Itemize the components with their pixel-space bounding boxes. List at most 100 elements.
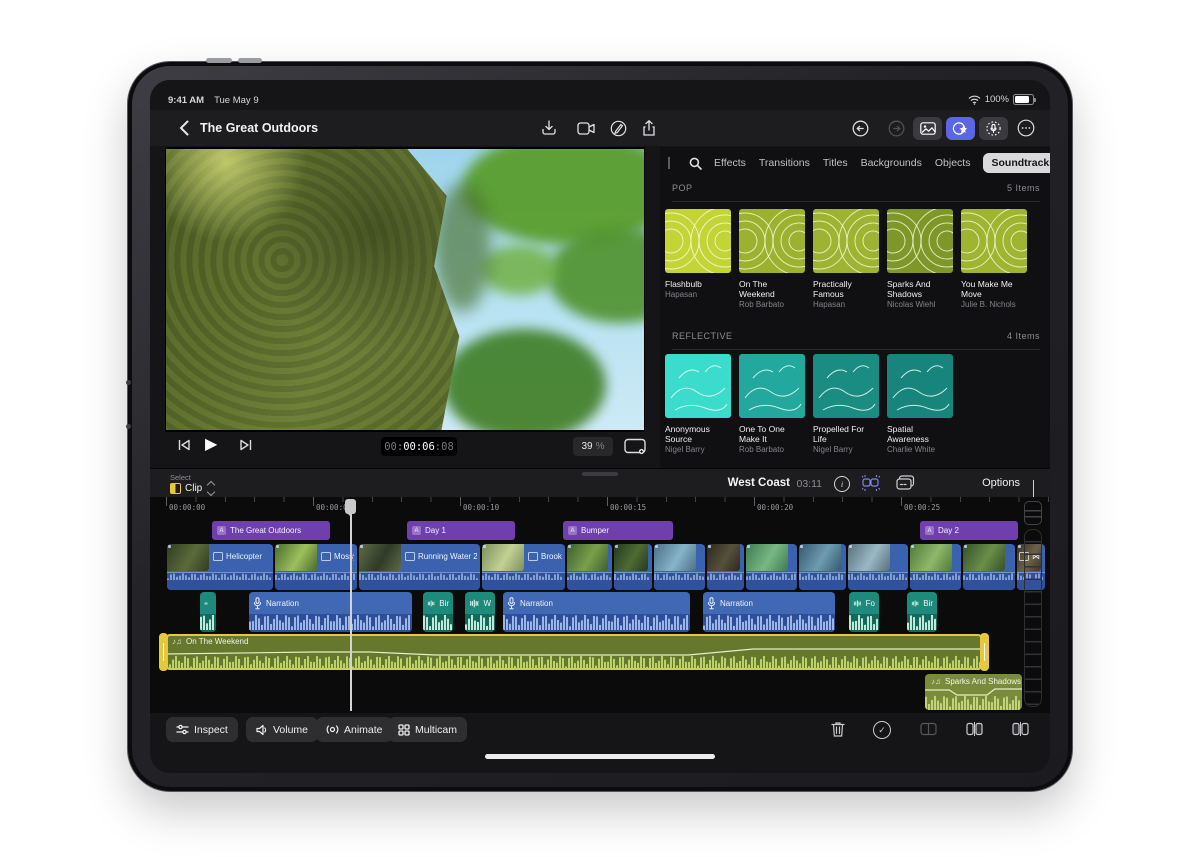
foliage [481, 245, 557, 296]
undo-icon[interactable] [850, 119, 870, 137]
volume-up-button[interactable] [206, 58, 232, 63]
video-clip[interactable] [848, 544, 908, 590]
music-clip[interactable]: ♪♫Sparks And Shadows [925, 674, 1022, 710]
waveform [614, 573, 652, 580]
inspect-button[interactable]: Inspect [166, 717, 238, 742]
soundtrack-card[interactable]: Propelled For LifeNigel Barry [813, 354, 879, 474]
ambience-clip[interactable]: Fo [849, 592, 879, 632]
trim-start-icon[interactable] [965, 720, 983, 738]
soundtrack-card[interactable]: Spatial AwarenessCharlie White [887, 354, 953, 474]
options-button[interactable]: Options [982, 477, 1020, 489]
wave-pattern [813, 354, 879, 418]
skip-to-start-icon[interactable] [177, 438, 191, 452]
volume-down-button[interactable] [238, 58, 262, 63]
video-clip[interactable] [707, 544, 744, 590]
viewer-zoom-button[interactable]: 39% [573, 437, 613, 456]
section-header-pop: POP5 Items [672, 183, 1040, 202]
soundtrack-artist: Nigel Barry [813, 445, 879, 455]
soundtrack-thumbnail[interactable] [813, 354, 879, 418]
import-media-icon[interactable] [539, 119, 559, 137]
title-clip[interactable]: ADay 1 [407, 521, 515, 540]
camera-icon[interactable] [576, 119, 596, 137]
narration-clip[interactable]: Narration [703, 592, 835, 632]
tab-effects[interactable]: Effects [714, 157, 746, 169]
title-clip[interactable]: ABumper [563, 521, 673, 540]
trim-handle-right[interactable] [980, 633, 989, 671]
scene-enhance-icon[interactable] [862, 475, 880, 491]
soundtracks-browser-button[interactable] [946, 117, 975, 140]
play-button[interactable]: ▶ [205, 434, 217, 454]
playhead-handle[interactable] [345, 499, 356, 514]
soundtrack-card[interactable]: You Make Me MoveJulie B. Nichols [961, 209, 1027, 329]
video-clip[interactable] [963, 544, 1015, 590]
video-clip[interactable]: Running Water 2 [359, 544, 480, 590]
video-clip[interactable] [614, 544, 652, 590]
soundtrack-card[interactable]: Practically FamousHapasan [813, 209, 879, 329]
media-browser-button[interactable] [913, 117, 942, 140]
video-clip[interactable] [799, 544, 846, 590]
video-clip[interactable]: Helicopter [167, 544, 273, 590]
ambience-clip[interactable]: Bir [907, 592, 937, 632]
tab-titles[interactable]: Titles [823, 157, 848, 169]
approve-icon[interactable]: ✓ [873, 721, 891, 739]
soundtrack-thumbnail[interactable] [665, 354, 731, 418]
video-clip[interactable]: Mossy [275, 544, 357, 590]
narration-clip[interactable]: Narration [503, 592, 690, 632]
share-icon[interactable] [639, 119, 659, 137]
soundtrack-card[interactable]: Anonymous SourceNigel Barry [665, 354, 731, 474]
panel-drag-handle[interactable] [668, 157, 670, 169]
back-button[interactable] [174, 119, 194, 137]
video-clip[interactable] [746, 544, 797, 590]
fullscreen-display-icon[interactable] [623, 437, 649, 456]
video-clip[interactable] [654, 544, 705, 590]
timecode-display[interactable]: 00:00:06:08 [381, 437, 457, 456]
home-indicator[interactable] [485, 754, 715, 759]
ambience-clip[interactable]: Bir [423, 592, 453, 632]
skip-to-end-icon[interactable] [239, 438, 253, 452]
tab-backgrounds[interactable]: Backgrounds [861, 157, 922, 169]
playhead[interactable] [350, 499, 352, 711]
soundtrack-thumbnail[interactable] [739, 354, 805, 418]
soundtrack-card[interactable]: On The WeekendRob Barbato [739, 209, 805, 329]
timeline-ruler[interactable]: 00:00:0000:00:0500:00:1000:00:1500:00:20… [150, 497, 1050, 519]
soundtrack-thumbnail[interactable] [887, 209, 953, 273]
ambience-clip[interactable] [200, 592, 216, 632]
slider-track [1024, 529, 1042, 707]
voiceover-button[interactable] [979, 117, 1008, 140]
video-viewer[interactable] [165, 147, 645, 432]
video-clip[interactable] [567, 544, 612, 590]
video-clip[interactable]: Brook [482, 544, 565, 590]
soundtrack-card[interactable]: Sparks And ShadowsNicolas Wiehl [887, 209, 953, 329]
volume-button[interactable]: Volume [246, 717, 318, 742]
project-title: The Great Outdoors [200, 121, 318, 135]
tab-soundtracks[interactable]: Soundtracks [983, 153, 1050, 173]
animate-button[interactable]: Animate [316, 717, 393, 742]
soundtrack-thumbnail[interactable] [887, 354, 953, 418]
soundtrack-thumbnail[interactable] [665, 209, 731, 273]
tab-objects[interactable]: Objects [935, 157, 971, 169]
info-icon[interactable]: i [834, 476, 850, 492]
video-clip[interactable] [910, 544, 961, 590]
trim-end-icon[interactable] [1011, 720, 1029, 738]
title-clip[interactable]: ADay 2 [920, 521, 1018, 540]
soundtrack-thumbnail[interactable] [813, 209, 879, 273]
music-clip[interactable]: ♪♫On The Weekend [166, 634, 982, 670]
search-icon[interactable] [689, 157, 701, 169]
slider-handle[interactable] [1024, 501, 1042, 525]
tab-transitions[interactable]: Transitions [759, 157, 810, 169]
soundtrack-thumbnail[interactable] [961, 209, 1027, 273]
soundtrack-card[interactable]: One To One Make ItRob Barbato [739, 354, 805, 474]
narration-clip[interactable]: Narration [249, 592, 412, 632]
soundtrack-card[interactable]: FlashbulbHapasan [665, 209, 731, 329]
track-height-slider[interactable] [1024, 501, 1042, 707]
multicam-button[interactable]: Multicam [388, 717, 467, 742]
ambience-clip[interactable]: W [465, 592, 495, 632]
timeline-resize-handle[interactable] [582, 472, 618, 476]
pencil-tools-icon[interactable] [608, 119, 628, 137]
more-options-icon[interactable] [1016, 119, 1036, 137]
title-clip[interactable]: AThe Great Outdoors [212, 521, 330, 540]
trim-handle-left[interactable] [159, 633, 168, 671]
overlay-view-icon[interactable] [896, 475, 914, 491]
delete-icon[interactable] [829, 720, 847, 738]
soundtrack-thumbnail[interactable] [739, 209, 805, 273]
